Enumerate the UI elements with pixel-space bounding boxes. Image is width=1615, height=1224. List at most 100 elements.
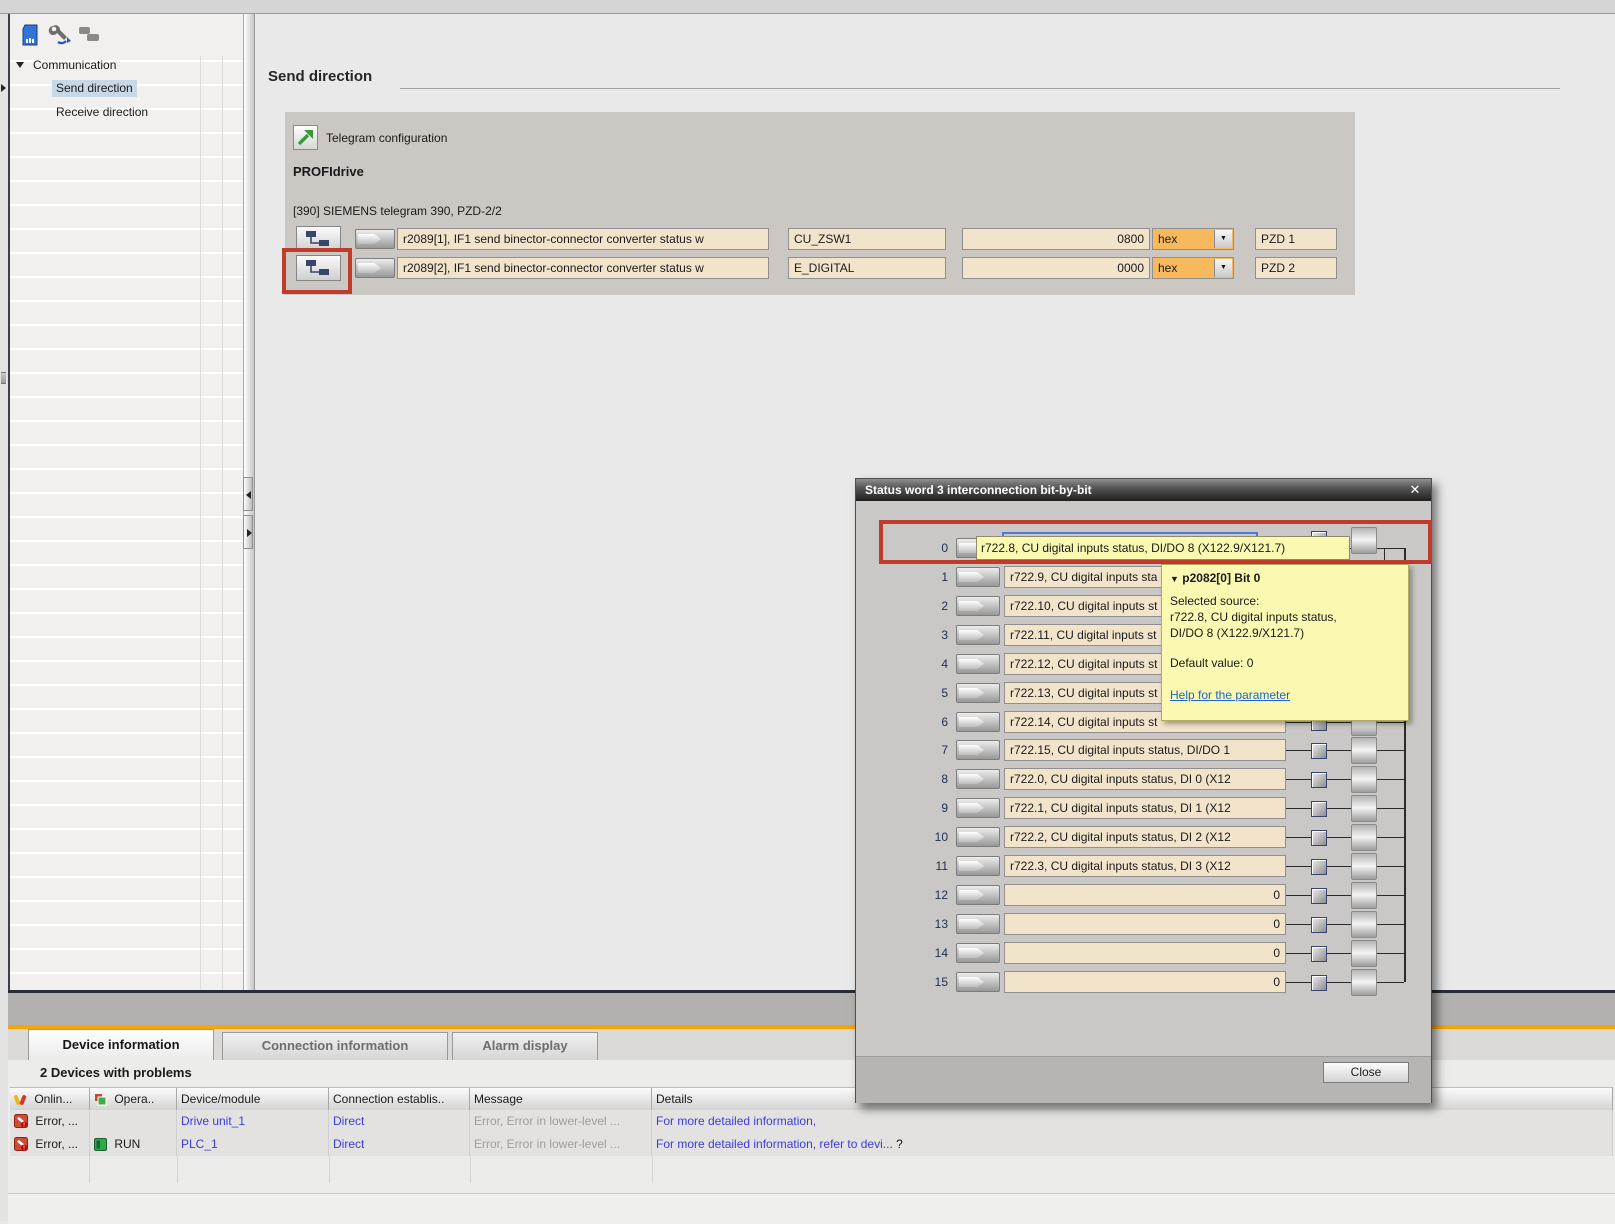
binector-slot-icon[interactable] xyxy=(956,712,1000,732)
bit-checkbox[interactable] xyxy=(1311,975,1327,991)
bit-source-field[interactable]: r722.1, CU digital inputs status, DI 1 (… xyxy=(1004,797,1286,819)
bit-checkbox[interactable] xyxy=(1311,743,1327,759)
binector-slot-icon[interactable] xyxy=(956,625,1000,645)
parameter-tooltip: ▼ p2082[0] Bit 0 Selected source: r722.8… xyxy=(1161,564,1409,721)
bit-source-field[interactable]: 0 xyxy=(1004,913,1286,935)
splitter-collapse-left-button[interactable] xyxy=(243,477,253,511)
tree-node-communication[interactable]: Communication xyxy=(33,58,116,72)
bit-checkbox[interactable] xyxy=(1311,946,1327,962)
binector-slot-icon[interactable] xyxy=(355,258,395,278)
chevron-down-icon[interactable]: ▼ xyxy=(1214,230,1232,248)
signal-name-field[interactable]: E_DIGITAL xyxy=(788,257,946,279)
svg-text:!: ! xyxy=(23,1123,25,1128)
sidebar-item-send-direction[interactable]: Send direction xyxy=(52,80,137,97)
binector-slot-icon[interactable] xyxy=(956,596,1000,616)
bit-source-field[interactable]: r722.0, CU digital inputs status, DI 0 (… xyxy=(1004,768,1286,790)
inverter-button[interactable] xyxy=(1351,911,1377,938)
inverter-button[interactable] xyxy=(1351,940,1377,967)
column-header-device-module[interactable]: Device/module xyxy=(177,1087,329,1110)
binector-slot-icon[interactable] xyxy=(956,769,1000,789)
tree-collapse-caret-icon[interactable] xyxy=(16,62,24,68)
binector-slot-icon[interactable] xyxy=(956,798,1000,818)
details-cell[interactable]: For more detailed information, refer to … xyxy=(652,1133,1613,1156)
inverter-button[interactable] xyxy=(1351,766,1377,793)
dialog-titlebar[interactable]: Status word 3 interconnection bit-by-bit xyxy=(856,479,1431,501)
inverter-button[interactable] xyxy=(1351,824,1377,851)
binector-slot-icon[interactable] xyxy=(956,567,1000,587)
device-link[interactable]: Drive unit_1 xyxy=(177,1110,329,1133)
bit-number: 4 xyxy=(916,653,948,675)
signal-source-field[interactable]: r2089[2], IF1 send binector-connector co… xyxy=(397,257,769,279)
bit-source-field[interactable]: r722.15, CU digital inputs status, DI/DO… xyxy=(1004,739,1286,761)
unit-dropdown[interactable]: hex ▼ xyxy=(1152,228,1234,250)
bit-source-field[interactable]: r722.3, CU digital inputs status, DI 3 (… xyxy=(1004,855,1286,877)
chevron-down-icon[interactable]: ▼ xyxy=(1214,259,1232,277)
unit-dropdown[interactable]: hex ▼ xyxy=(1152,257,1234,279)
tab-alarm-display[interactable]: Alarm display xyxy=(452,1032,598,1060)
inverter-button[interactable] xyxy=(1351,969,1377,996)
message-cell: Error, Error in lower-level ... xyxy=(470,1110,652,1133)
bit-checkbox[interactable] xyxy=(1311,888,1327,904)
binector-slot-icon[interactable] xyxy=(956,885,1000,905)
connection-link[interactable]: Direct xyxy=(329,1133,470,1156)
binector-slot-icon[interactable] xyxy=(956,856,1000,876)
binector-slot-icon[interactable] xyxy=(956,914,1000,934)
close-button[interactable]: Close xyxy=(1323,1062,1409,1083)
details-link[interactable]: For more detailed information, xyxy=(656,1114,816,1128)
table-cell-operating-mode[interactable] xyxy=(90,1110,177,1133)
bit-checkbox[interactable] xyxy=(1311,917,1327,933)
bit-number: 6 xyxy=(916,711,948,733)
tab-device-information[interactable]: Device information xyxy=(28,1029,214,1060)
binector-slot-icon[interactable] xyxy=(956,943,1000,963)
bit-source-field[interactable]: 0 xyxy=(1004,971,1286,993)
binector-slot-icon[interactable] xyxy=(956,683,1000,703)
device-link[interactable]: PLC_1 xyxy=(177,1133,329,1156)
column-header-message[interactable]: Message xyxy=(470,1087,652,1110)
connection-link[interactable]: Direct xyxy=(329,1110,470,1133)
table-cell-operating-mode[interactable]: RUN xyxy=(90,1133,177,1156)
binector-slot-icon[interactable] xyxy=(355,229,395,249)
help-parameter-link[interactable]: Help for the parameter xyxy=(1170,687,1400,703)
bit-checkbox[interactable] xyxy=(1311,801,1327,817)
bit-checkbox[interactable] xyxy=(1311,859,1327,875)
telegram-configuration-button[interactable] xyxy=(293,125,318,150)
blocks-icon[interactable] xyxy=(78,26,102,50)
memory-card-icon[interactable] xyxy=(18,23,42,47)
logic-wire xyxy=(1286,750,1311,751)
inverter-button[interactable] xyxy=(1351,795,1377,822)
column-header-connection[interactable]: Connection establis.. xyxy=(329,1087,470,1110)
column-header-online[interactable]: Onlin... xyxy=(10,1087,90,1110)
details-cell[interactable]: For more detailed information, xyxy=(652,1110,1613,1133)
connection-text: Direct xyxy=(333,1137,364,1151)
signal-value-field[interactable]: 0800 xyxy=(962,228,1150,250)
rail-grip-handle[interactable] xyxy=(1,372,6,384)
binector-slot-icon[interactable] xyxy=(956,740,1000,760)
signal-name-field[interactable]: CU_ZSW1 xyxy=(788,228,946,250)
splitter-collapse-right-button[interactable] xyxy=(243,515,253,549)
bit-source-field[interactable]: 0 xyxy=(1004,884,1286,906)
column-header-operating-mode[interactable]: Opera.. xyxy=(90,1087,177,1110)
bit-source-field[interactable]: 0 xyxy=(1004,942,1286,964)
inverter-button[interactable] xyxy=(1351,853,1377,880)
close-icon[interactable]: ✕ xyxy=(1406,479,1424,501)
bit-source-field[interactable]: r722.2, CU digital inputs status, DI 2 (… xyxy=(1004,826,1286,848)
details-link[interactable]: For more detailed information, refer to … xyxy=(656,1137,893,1151)
bit-checkbox[interactable] xyxy=(1311,772,1327,788)
error-icon: ! xyxy=(14,1136,28,1156)
rail-expand-arrow-icon[interactable] xyxy=(1,84,6,92)
binector-slot-icon[interactable] xyxy=(956,972,1000,992)
operating-mode-text: RUN xyxy=(114,1137,140,1151)
selected-source-label: Selected source: xyxy=(1170,593,1400,609)
wrench-icon[interactable] xyxy=(48,23,72,47)
sidebar-item-receive-direction[interactable]: Receive direction xyxy=(52,104,152,121)
signal-value-field[interactable]: 0000 xyxy=(962,257,1150,279)
binector-slot-icon[interactable] xyxy=(956,827,1000,847)
tab-connection-information[interactable]: Connection information xyxy=(222,1032,448,1060)
binector-slot-icon[interactable] xyxy=(956,654,1000,674)
inverter-button[interactable] xyxy=(1351,737,1377,764)
bit-checkbox[interactable] xyxy=(1311,830,1327,846)
table-row[interactable]: ! Error, ... xyxy=(10,1133,90,1156)
inverter-button[interactable] xyxy=(1351,882,1377,909)
table-row[interactable]: ! Error, ... xyxy=(10,1110,90,1133)
signal-source-field[interactable]: r2089[1], IF1 send binector-connector co… xyxy=(397,228,769,250)
